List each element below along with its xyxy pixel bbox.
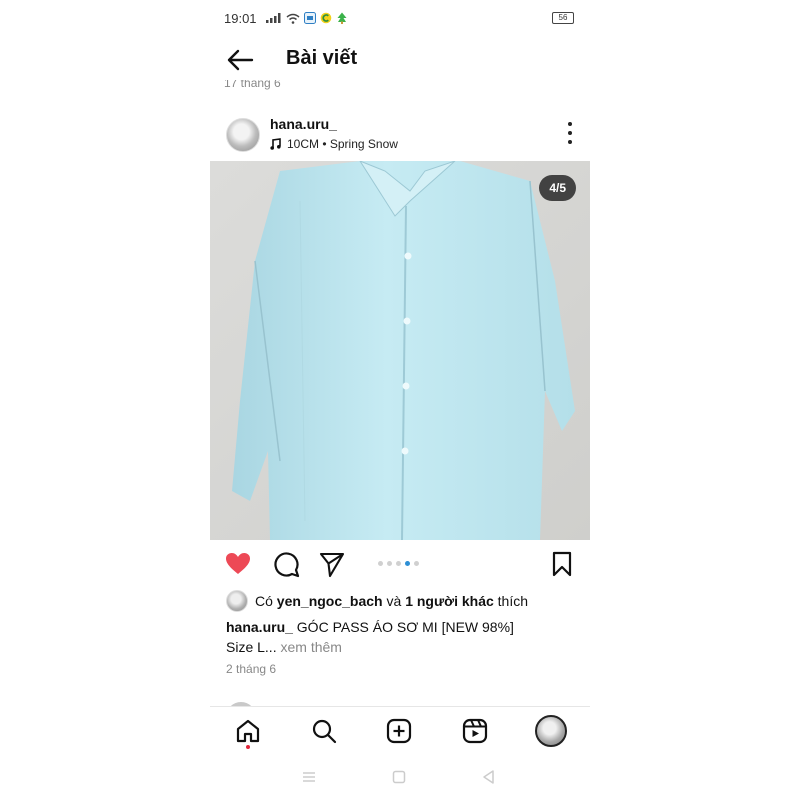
nav-create[interactable] xyxy=(383,715,415,747)
home-icon xyxy=(236,719,260,743)
carousel-dot xyxy=(387,561,392,566)
caption-username[interactable]: hana.uru_ xyxy=(226,619,293,635)
nav-home[interactable] xyxy=(232,715,264,749)
share-icon[interactable] xyxy=(318,550,346,578)
likes-summary[interactable]: Có yen_ngoc_bach và 1 người khác thích xyxy=(226,590,528,612)
battery-indicator: 56 xyxy=(552,12,574,24)
profile-avatar xyxy=(535,715,567,747)
likes-connector: và xyxy=(386,593,402,609)
page-title: Bài viết xyxy=(286,47,358,69)
see-more-link[interactable]: xem thêm xyxy=(280,639,341,655)
app-c-icon xyxy=(320,12,332,24)
more-options-button[interactable] xyxy=(564,122,576,144)
likes-suffix: thích xyxy=(497,593,529,609)
recents-icon[interactable] xyxy=(300,768,318,786)
more-dot-icon xyxy=(568,131,572,135)
liker-username[interactable]: yen_ngoc_bach xyxy=(277,593,383,609)
system-navigation xyxy=(210,762,590,792)
back-triangle-icon[interactable] xyxy=(480,768,498,786)
app-notification-icon xyxy=(304,12,316,24)
music-label: 10CM • Spring Snow xyxy=(287,137,398,151)
signal-icon xyxy=(266,13,281,23)
status-time: 19:01 xyxy=(224,11,257,26)
create-icon xyxy=(386,718,412,744)
nav-search[interactable] xyxy=(308,715,340,747)
home-button-icon[interactable] xyxy=(390,768,408,786)
caption-line2: Size L... xyxy=(226,639,277,655)
status-icons xyxy=(266,12,348,24)
post-image[interactable]: 4/5 xyxy=(210,161,590,540)
likes-prefix: Có xyxy=(255,593,273,609)
phone-screen: 19:01 56 Bài viết 17 tháng 6 hana.uru_ 1… xyxy=(210,0,590,800)
carousel-dot xyxy=(378,561,383,566)
heart-icon[interactable] xyxy=(224,550,252,578)
comment-icon[interactable] xyxy=(272,550,300,578)
back-arrow-icon[interactable] xyxy=(226,48,254,72)
search-icon xyxy=(312,719,337,744)
music-note-icon xyxy=(270,138,281,150)
post-actions xyxy=(210,548,590,580)
home-active-dot xyxy=(246,745,250,749)
previous-post-date: 17 tháng 6 xyxy=(224,80,281,90)
more-dot-icon xyxy=(568,140,572,144)
post-date: 2 tháng 6 xyxy=(226,662,277,676)
top-header: Bài viết xyxy=(210,40,590,80)
image-counter-badge: 4/5 xyxy=(539,175,576,201)
app-tree-icon xyxy=(337,12,347,24)
carousel-dot xyxy=(396,561,401,566)
status-bar: 19:01 56 xyxy=(224,10,574,28)
more-dot-icon xyxy=(568,122,572,126)
likes-others[interactable]: 1 người khác xyxy=(405,593,494,609)
music-attribution[interactable]: 10CM • Spring Snow xyxy=(270,137,398,151)
carousel-dot xyxy=(414,561,419,566)
post-header: hana.uru_ 10CM • Spring Snow xyxy=(210,112,590,156)
carousel-indicator xyxy=(378,561,419,566)
carousel-dot xyxy=(405,561,410,566)
nav-profile[interactable] xyxy=(535,715,567,747)
caption-text: GÓC PASS ÁO SƠ MI [NEW 98%] xyxy=(296,619,514,635)
author-username[interactable]: hana.uru_ xyxy=(270,116,337,132)
reels-icon xyxy=(462,718,488,744)
bookmark-icon[interactable] xyxy=(548,550,576,578)
author-avatar[interactable] xyxy=(226,118,260,152)
shirt-photo xyxy=(210,161,590,540)
bottom-navigation xyxy=(210,706,590,755)
nav-reels[interactable] xyxy=(459,715,491,747)
wifi-icon xyxy=(286,13,300,24)
post-caption: hana.uru_ GÓC PASS ÁO SƠ MI [NEW 98%] Si… xyxy=(226,617,576,657)
liker-avatar xyxy=(226,590,248,612)
